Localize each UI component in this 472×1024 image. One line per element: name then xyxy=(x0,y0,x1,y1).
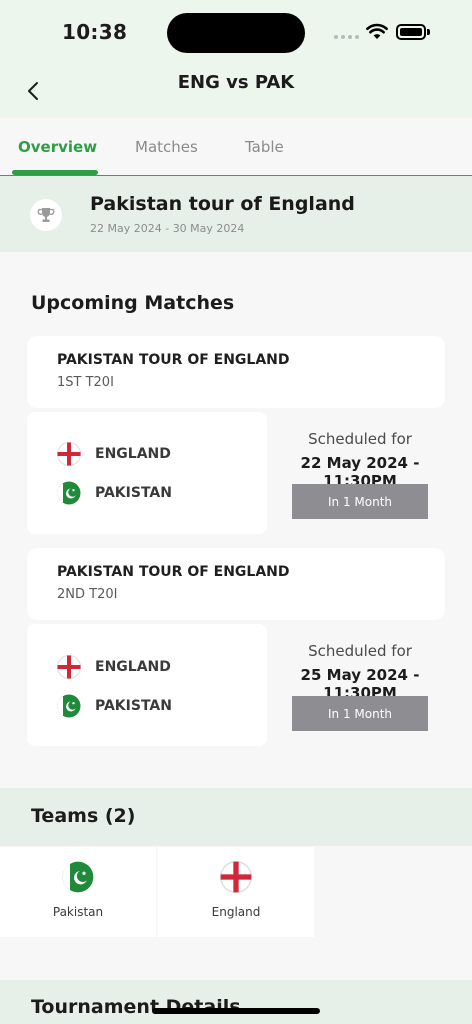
match-teams[interactable]: ENGLAND PAKISTAN xyxy=(27,624,267,746)
team-card-pakistan[interactable]: Pakistan xyxy=(0,847,156,937)
tab-matches[interactable]: Matches xyxy=(135,138,198,156)
match-series: PAKISTAN TOUR OF ENGLAND xyxy=(57,564,290,580)
trophy-icon xyxy=(30,199,62,231)
team-row: PAKISTAN xyxy=(57,694,172,718)
tournament-name: Pakistan tour of England xyxy=(90,193,355,215)
england-flag-icon xyxy=(57,655,81,679)
team-name: PAKISTAN xyxy=(95,485,172,501)
battery-icon xyxy=(396,24,430,40)
teams-heading: Teams (2) xyxy=(31,805,136,827)
tab-bar: Overview Matches Table xyxy=(0,118,472,176)
page-title: ENG vs PAK xyxy=(177,72,295,93)
england-flag-icon xyxy=(220,861,252,893)
team-card-england[interactable]: England xyxy=(158,847,314,937)
team-card-name: Pakistan xyxy=(52,905,104,919)
pakistan-flag-icon xyxy=(57,694,81,718)
tournament-header: Pakistan tour of England 22 May 2024 - 3… xyxy=(0,176,472,252)
tournament-details-header: Tournament Details xyxy=(0,980,472,1024)
team-name: ENGLAND xyxy=(95,446,171,462)
tab-table[interactable]: Table xyxy=(245,138,284,156)
wifi-icon xyxy=(366,23,388,39)
match-series: PAKISTAN TOUR OF ENGLAND xyxy=(57,352,290,368)
scheduled-label: Scheduled for xyxy=(308,642,412,660)
team-list: Pakistan England xyxy=(0,847,314,937)
match-card-header[interactable]: PAKISTAN TOUR OF ENGLAND 2ND T20I xyxy=(27,548,445,620)
team-row: PAKISTAN xyxy=(57,481,172,505)
tournament-dates: 22 May 2024 - 30 May 2024 xyxy=(90,222,245,235)
scheduled-label: Scheduled for xyxy=(308,430,412,448)
match-number: 1ST T20I xyxy=(57,375,114,390)
team-row: ENGLAND xyxy=(57,655,171,679)
dynamic-island xyxy=(167,13,305,53)
active-tab-indicator xyxy=(12,170,98,175)
team-name: PAKISTAN xyxy=(95,698,172,714)
tab-overview[interactable]: Overview xyxy=(18,138,97,156)
cellular-signal-icon xyxy=(334,35,360,40)
england-flag-icon xyxy=(57,442,81,466)
match-card-header[interactable]: PAKISTAN TOUR OF ENGLAND 1ST T20I xyxy=(27,336,445,408)
team-row: ENGLAND xyxy=(57,442,171,466)
team-card-name: England xyxy=(211,905,261,919)
tournament-details-heading: Tournament Details xyxy=(31,996,241,1018)
match-schedule: Scheduled for 22 May 2024 - 11:30PM In 1… xyxy=(270,430,450,519)
match-schedule: Scheduled for 25 May 2024 - 11:30PM In 1… xyxy=(270,642,450,731)
countdown-button[interactable]: In 1 Month xyxy=(292,696,428,731)
match-teams[interactable]: ENGLAND PAKISTAN xyxy=(27,412,267,534)
status-time: 10:38 xyxy=(62,20,128,44)
match-number: 2ND T20I xyxy=(57,587,118,602)
home-indicator[interactable] xyxy=(152,1008,320,1014)
teams-section-header: Teams (2) xyxy=(0,788,472,846)
pakistan-flag-icon xyxy=(62,861,94,893)
countdown-button[interactable]: In 1 Month xyxy=(292,484,428,519)
upcoming-matches-heading: Upcoming Matches xyxy=(31,292,235,314)
pakistan-flag-icon xyxy=(57,481,81,505)
team-name: ENGLAND xyxy=(95,659,171,675)
